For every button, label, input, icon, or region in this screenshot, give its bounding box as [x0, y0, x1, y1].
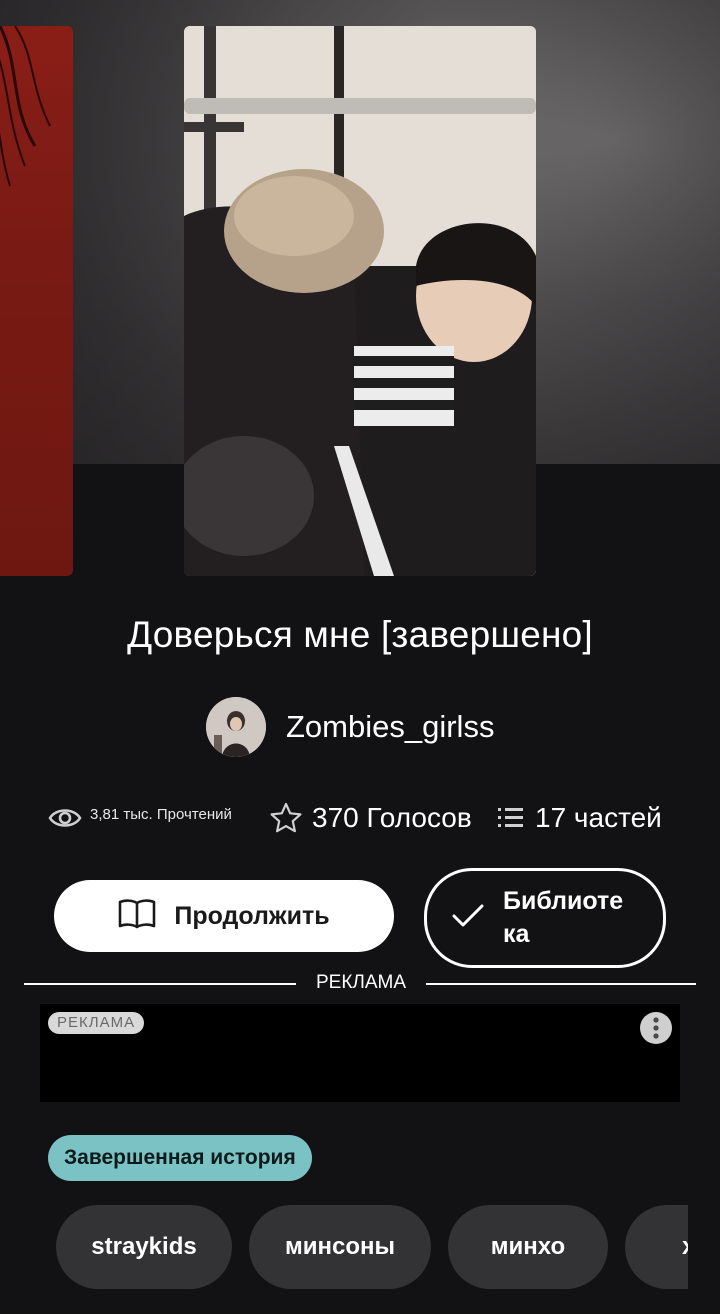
tags-row: straykids минсоны минхо х [0, 1205, 688, 1291]
tag-pill[interactable]: минсоны [249, 1205, 431, 1289]
parts-count: 17 частей [535, 802, 662, 833]
votes-stat: 370 Голосов [270, 790, 472, 846]
story-stats: 3,81 тыс. Прочтений 370 Голосов 17 часте… [0, 790, 720, 846]
tag-pill[interactable]: х [625, 1205, 688, 1289]
votes-count: 370 Голосов [312, 802, 472, 833]
star-icon [270, 802, 302, 834]
story-title: Доверься мне [завершено] [127, 614, 593, 655]
cover-photo [184, 26, 536, 576]
ad-banner[interactable]: РЕКЛАМА [40, 1004, 680, 1102]
completed-status-tag: Завершенная история [48, 1135, 312, 1181]
divider-line-left [24, 983, 296, 985]
reads-stat: 3,81 тыс. Прочтений [48, 790, 232, 846]
cover-artwork [0, 26, 51, 187]
reads-count: 3,81 тыс. Прочтений [90, 805, 232, 823]
story-cover[interactable] [184, 26, 536, 576]
continue-reading-button[interactable]: Продолжить [54, 880, 394, 952]
add-to-library-button[interactable]: Библиотека [424, 868, 666, 968]
tag-pill[interactable]: straykids [56, 1205, 232, 1289]
tag-pill[interactable]: минхо [448, 1205, 608, 1289]
ad-divider: РЕКЛАМА [24, 970, 696, 998]
eye-icon [48, 801, 82, 835]
author-link[interactable]: Zombies_girlss [206, 697, 494, 757]
ad-badge: РЕКЛАМА [48, 1012, 145, 1034]
divider-line-right [426, 983, 696, 985]
parts-stat: 17 частей [497, 790, 662, 846]
list-icon [497, 804, 525, 832]
library-label: Библиотека [503, 887, 624, 948]
avatar-image [206, 697, 266, 757]
ad-divider-label: РЕКЛАМА [315, 972, 407, 993]
previous-story-cover[interactable] [0, 26, 73, 576]
book-icon [118, 897, 156, 936]
check-icon [451, 902, 485, 935]
more-vertical-icon[interactable] [640, 1012, 672, 1044]
author-name[interactable]: Zombies_girlss [286, 709, 494, 745]
continue-label: Продолжить [174, 901, 330, 930]
author-avatar[interactable] [206, 697, 266, 757]
